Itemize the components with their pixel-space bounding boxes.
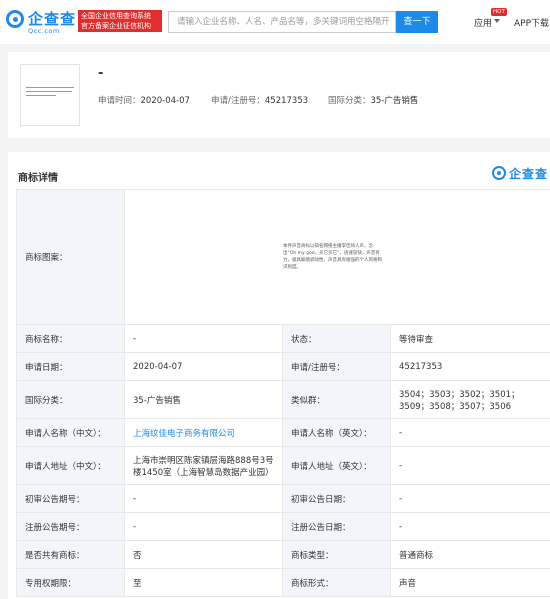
hot-badge: HOT bbox=[491, 8, 507, 16]
row-label: 申请/注册号： bbox=[282, 352, 391, 381]
trademark-image-text[interactable]: 本件声音商标以知名网络主播李佳琦人声，念出“Oh my god，买它买它”，语速… bbox=[283, 243, 383, 271]
row-label: 申请人地址（中文）： bbox=[16, 446, 125, 485]
row-label: 注册公告期号： bbox=[16, 512, 125, 541]
app-menu[interactable]: 应用 bbox=[474, 16, 492, 29]
row-label: 注册公告日期： bbox=[282, 512, 391, 541]
table-row: 申请人地址（中文）： 上海市崇明区陈家镇层海路888号3号楼1450室（上海智慧… bbox=[16, 446, 550, 485]
row-value: 至 bbox=[124, 568, 283, 597]
search-button[interactable]: 查一下 bbox=[396, 11, 438, 33]
table-row: 是否共有商标： 否 商标类型： 普通商标 bbox=[16, 540, 550, 569]
row-label: 申请人地址（英文）： bbox=[282, 446, 391, 485]
table-row: 申请人名称（中文）： 上海纹佳电子商务有限公司 申请人名称（英文）： - bbox=[16, 418, 550, 447]
logo-text: 企查查 bbox=[28, 10, 77, 28]
trademark-thumbnail[interactable] bbox=[20, 64, 80, 126]
applicant-address-value: 上海市崇明区陈家镇层海路888号3号楼1450室（上海智慧岛数据产业园） bbox=[124, 446, 283, 485]
row-label: 专用权期限： bbox=[16, 568, 125, 597]
row-value: 45217353 bbox=[390, 352, 550, 381]
top-bar: 企查查 Qcc.com 全国企业信用查询系统 官方备案企业征信机构 请输入企业名… bbox=[0, 0, 550, 44]
thumb-text-line bbox=[26, 91, 72, 92]
watermark-text: 企查查 bbox=[509, 167, 549, 181]
row-label: 申请日期： bbox=[16, 352, 125, 381]
row-value: - bbox=[124, 324, 283, 353]
row-value: 等待审查 bbox=[390, 324, 550, 353]
row-label: 状态： bbox=[282, 324, 391, 353]
image-label: 商标图案： bbox=[16, 189, 125, 325]
chevron-down-icon bbox=[494, 19, 500, 23]
intl-class-meta: 国际分类：35-广告销售 bbox=[328, 94, 418, 106]
reg-no-label: 申请/注册号： bbox=[211, 96, 265, 106]
row-value: 否 bbox=[124, 540, 283, 569]
reg-no-meta: 申请/注册号：45217353 bbox=[211, 94, 308, 106]
apply-date-value: 2020-04-07 bbox=[140, 96, 190, 106]
applicant-company-link[interactable]: 上海纹佳电子商务有限公司 bbox=[124, 418, 283, 447]
row-label: 是否共有商标： bbox=[16, 540, 125, 569]
row-value: 普通商标 bbox=[390, 540, 550, 569]
app-download-link[interactable]: APP下载 bbox=[514, 16, 549, 29]
row-value: 2020-04-07 bbox=[124, 352, 283, 381]
thumb-text-line bbox=[26, 95, 56, 96]
row-label: 商标形式： bbox=[282, 568, 391, 597]
similar-groups-value: 3504；3503；3502；3501；3509；3508；3507；3506 bbox=[390, 380, 550, 419]
qcc-watermark: 企查查 bbox=[492, 165, 550, 183]
row-label: 商标类型： bbox=[282, 540, 391, 569]
detail-table: 商标图案： 本件声音商标以知名网络主播李佳琦人声，念出“Oh my god，买它… bbox=[16, 189, 550, 597]
table-row: 国际分类： 35-广告销售 类似群： 3504；3503；3502；3501；3… bbox=[16, 380, 550, 419]
row-value: 35-广告销售 bbox=[124, 380, 283, 419]
section-title: 商标详情 bbox=[18, 173, 58, 184]
apply-date-meta: 申请时间：2020-04-07 bbox=[98, 94, 190, 106]
row-label: 商标名称： bbox=[16, 324, 125, 353]
table-row: 注册公告期号： - 注册公告日期： - bbox=[16, 512, 550, 541]
table-row: 申请日期： 2020-04-07 申请/注册号： 45217353 bbox=[16, 352, 550, 381]
intl-class-label: 国际分类： bbox=[328, 96, 371, 106]
trademark-title: - bbox=[98, 66, 104, 81]
row-label: 申请人名称（英文）： bbox=[282, 418, 391, 447]
table-row: 专用权期限： 至 商标形式： 声音 bbox=[16, 568, 550, 597]
table-row: 商标名称： - 状态： 等待审查 bbox=[16, 324, 550, 353]
row-value: - bbox=[390, 484, 550, 513]
trademark-image-cell: 本件声音商标以知名网络主播李佳琦人声，念出“Oh my god，买它买它”，语速… bbox=[124, 189, 550, 325]
row-value: - bbox=[390, 446, 550, 485]
qcc-logo[interactable]: 企查查 Qcc.com bbox=[6, 8, 77, 36]
gov-badge-line1: 全国企业信用查询系统 bbox=[81, 12, 151, 20]
watermark-logo-icon bbox=[492, 166, 506, 180]
table-row: 初审公告期号： - 初审公告日期： - bbox=[16, 484, 550, 513]
intl-class-value: 35-广告销售 bbox=[370, 96, 419, 106]
search-input[interactable]: 请输入企业名称、人名、产品名等，多关键词用空格隔开 bbox=[168, 11, 396, 33]
table-row: 商标图案： 本件声音商标以知名网络主播李佳琦人声，念出“Oh my god，买它… bbox=[16, 189, 550, 325]
thumb-text-line bbox=[26, 87, 74, 88]
reg-no-value: 45217353 bbox=[264, 96, 309, 106]
gov-badge[interactable]: 全国企业信用查询系统 官方备案企业征信机构 bbox=[78, 10, 162, 32]
row-label: 初审公告日期： bbox=[282, 484, 391, 513]
logo-icon bbox=[6, 10, 24, 28]
row-label: 初审公告期号： bbox=[16, 484, 125, 513]
trademark-detail-card: 商标详情 企查查 商标图案： 本件声音商标以知名网络主播李佳琦人声，念出“Oh … bbox=[8, 152, 550, 599]
row-label: 类似群： bbox=[282, 380, 391, 419]
row-value: - bbox=[390, 418, 550, 447]
gov-badge-line2: 官方备案企业征信机构 bbox=[81, 22, 151, 30]
row-value: 声音 bbox=[390, 568, 550, 597]
row-value: - bbox=[124, 512, 283, 541]
apply-date-label: 申请时间： bbox=[98, 96, 141, 106]
row-value: - bbox=[124, 484, 283, 513]
trademark-summary-card: - 申请时间：2020-04-07 申请/注册号：45217353 国际分类：3… bbox=[8, 52, 550, 138]
row-label: 国际分类： bbox=[16, 380, 125, 419]
row-label: 申请人名称（中文）： bbox=[16, 418, 125, 447]
row-value: - bbox=[390, 512, 550, 541]
logo-subtext: Qcc.com bbox=[28, 27, 60, 35]
